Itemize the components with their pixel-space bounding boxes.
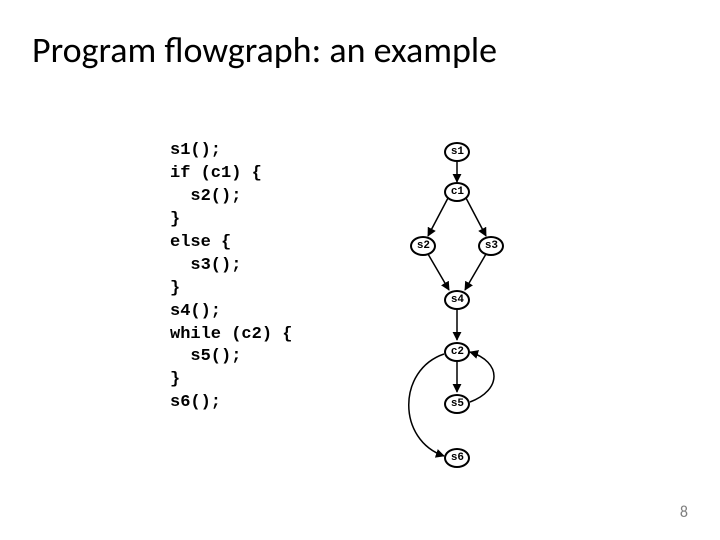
- node-s4: s4: [444, 290, 470, 310]
- content-area: s1(); if (c1) { s2(); } else { s3(); } s…: [170, 140, 552, 490]
- page-number: 8: [680, 503, 688, 522]
- code-listing: s1(); if (c1) { s2(); } else { s3(); } s…: [170, 140, 292, 490]
- node-c1: c1: [444, 182, 470, 202]
- node-s1: s1: [444, 142, 470, 162]
- flowgraph: s1 c1 s2 s3 s4 c2 s5 s6: [352, 140, 552, 490]
- node-c2: c2: [444, 342, 470, 362]
- node-s5: s5: [444, 394, 470, 414]
- node-s3: s3: [478, 236, 504, 256]
- page-title: Program flowgraph: an example: [32, 28, 497, 72]
- node-s6: s6: [444, 448, 470, 468]
- node-s2: s2: [410, 236, 436, 256]
